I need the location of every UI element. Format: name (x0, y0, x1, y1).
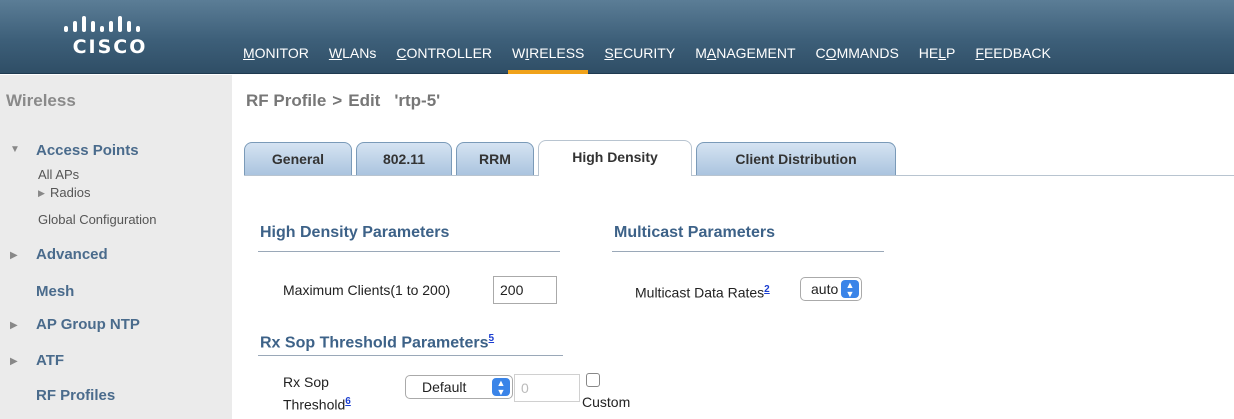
select-arrows-icon: ▲ ▼ (841, 280, 859, 299)
high-density-heading: High Density Parameters (260, 224, 450, 241)
collapsed-triangle-icon[interactable]: ▶ (38, 188, 45, 199)
profile-name: 'rtp-5' (394, 91, 441, 110)
nav-item-controller[interactable]: CONTROLLER (386, 42, 502, 74)
breadcrumb-rf-profile: RF Profile (246, 91, 327, 110)
sidebar-title: Wireless (6, 91, 76, 110)
top-navigation-bar: CISCO MONITOR WLANs CONTROLLER WIRELESS SECU… (0, 0, 1234, 74)
nav-item-wlans[interactable]: WLANs (319, 42, 386, 74)
main-menu: MONITOR WLANs CONTROLLER WIRELESS SECURITY MA… (243, 42, 1061, 74)
collapsed-triangle-icon[interactable]: ▶ (10, 356, 18, 367)
multicast-heading: Multicast Parameters (614, 224, 775, 241)
rx-sop-custom-value-input[interactable] (514, 374, 580, 402)
nav-item-feedback[interactable]: FEEDBACK (965, 42, 1060, 74)
multicast-data-rates-select[interactable]: auto ▲ ▼ (800, 277, 862, 301)
rx-sop-threshold-select[interactable]: Default ▲ ▼ (405, 375, 513, 399)
sidebar-item-all-aps[interactable]: All APs (38, 167, 79, 182)
max-clients-label: Maximum Clients(1 to 200) (283, 282, 451, 298)
page-title: RF Profile > Edit 'rtp-5' (246, 91, 440, 111)
cisco-logo-bars-icon (62, 16, 154, 32)
nav-item-security[interactable]: SECURITY (594, 42, 685, 74)
sidebar-item-access-points[interactable]: Access Points (36, 142, 139, 159)
footnote-link-5[interactable]: 5 (489, 333, 495, 344)
multicast-data-rates-label: Multicast Data Rates2 (635, 284, 770, 301)
rx-sop-custom-label: Custom (582, 394, 631, 410)
rx-sop-heading: Rx Sop Threshold Parameters5 (260, 333, 495, 352)
sidebar-item-rf-profiles[interactable]: RF Profiles (36, 387, 115, 404)
rx-sop-threshold-label-line1: Rx Sop (283, 374, 329, 390)
max-clients-input[interactable] (493, 276, 557, 304)
tab-client-distribution[interactable]: Client Distribution (696, 142, 896, 176)
breadcrumb-edit: Edit (348, 91, 381, 110)
cisco-logo-text: CISCO (72, 36, 148, 58)
tab-rrm[interactable]: RRM (456, 142, 534, 176)
sidebar-item-radios[interactable]: Radios (50, 185, 90, 200)
tab-general[interactable]: General (244, 142, 352, 176)
expanded-triangle-icon[interactable]: ▼ (10, 144, 20, 155)
sidebar-item-mesh[interactable]: Mesh (36, 283, 74, 300)
cisco-logo: CISCO (60, 12, 160, 62)
rx-sop-threshold-label-line2: Threshold6 (283, 396, 351, 413)
rx-sop-custom-checkbox[interactable] (586, 373, 600, 387)
breadcrumb-separator: > (332, 91, 343, 110)
collapsed-triangle-icon[interactable]: ▶ (10, 250, 18, 261)
multicast-divider (612, 251, 884, 252)
tab-high-density[interactable]: High Density (538, 140, 692, 176)
rx-sop-divider (258, 355, 563, 356)
tab-802-11[interactable]: 802.11 (356, 142, 452, 176)
sidebar: Wireless ▼ Access Points All APs ▶ Radio… (0, 75, 232, 419)
collapsed-triangle-icon[interactable]: ▶ (10, 320, 18, 331)
select-arrows-icon: ▲ ▼ (492, 378, 510, 397)
nav-item-help[interactable]: HELP (909, 42, 966, 74)
nav-item-wireless[interactable]: WIRELESS (502, 42, 594, 74)
sidebar-item-ap-group-ntp[interactable]: AP Group NTP (36, 316, 140, 333)
sidebar-item-advanced[interactable]: Advanced (36, 246, 108, 263)
tab-divider (244, 175, 1234, 176)
nav-item-management[interactable]: MANAGEMENT (685, 42, 805, 74)
footnote-link-2[interactable]: 2 (764, 284, 770, 295)
footnote-link-6[interactable]: 6 (345, 396, 351, 407)
high-density-divider (258, 251, 560, 252)
sidebar-item-global-configuration[interactable]: Global Configuration (38, 212, 157, 227)
nav-item-monitor[interactable]: MONITOR (243, 42, 319, 74)
sidebar-item-atf[interactable]: ATF (36, 352, 64, 369)
nav-item-commands[interactable]: COMMANDS (806, 42, 909, 74)
